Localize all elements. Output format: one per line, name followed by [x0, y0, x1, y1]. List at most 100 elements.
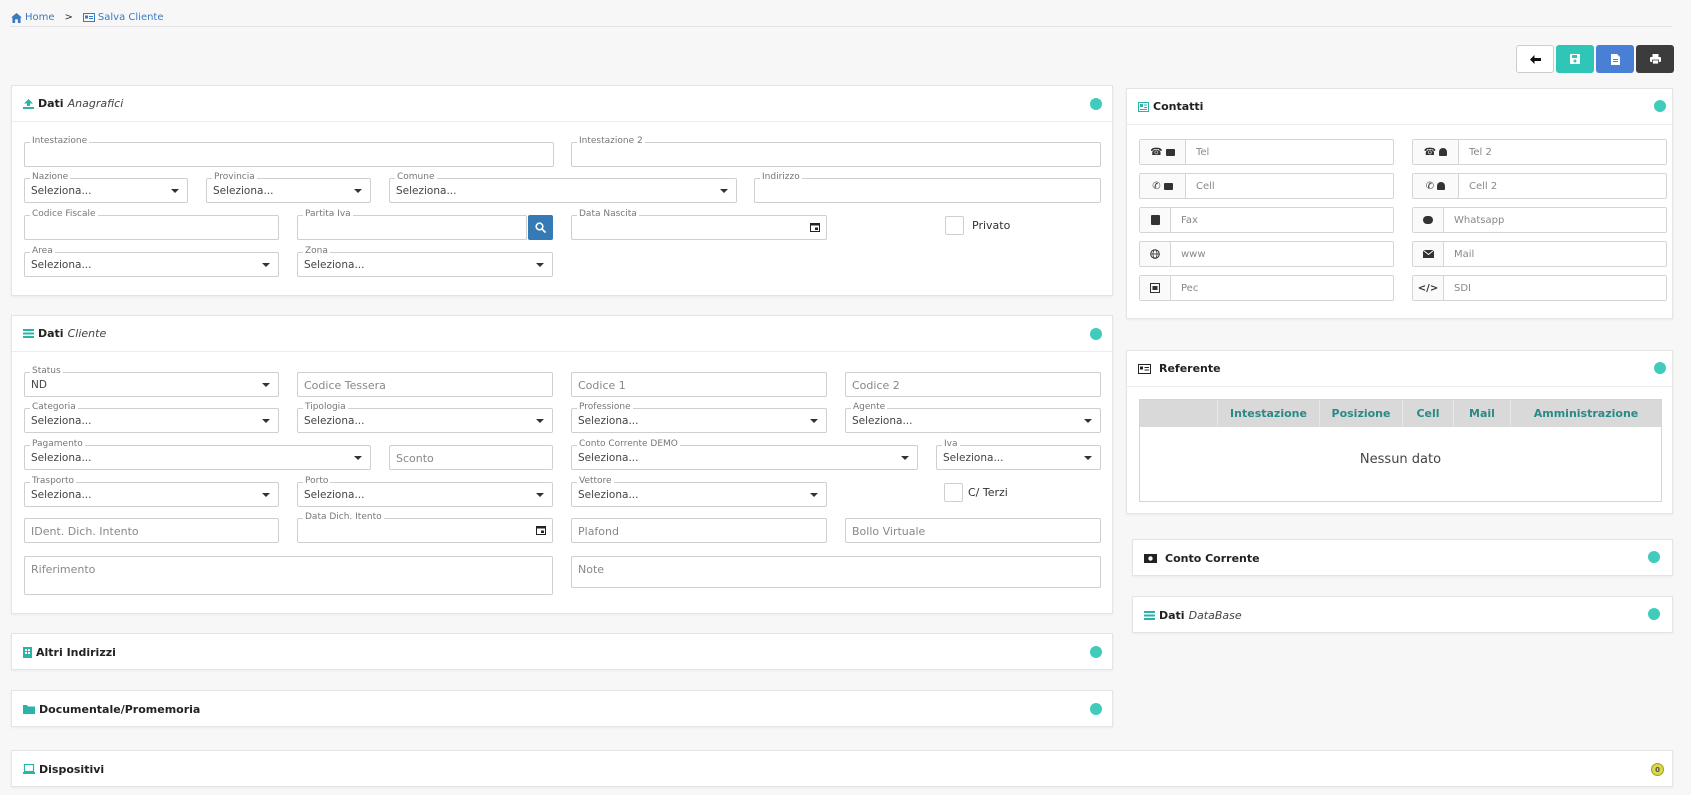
print-icon [1649, 54, 1661, 64]
chevron-down-icon [262, 263, 270, 267]
partita-iva-field[interactable]: Partita Iva [297, 209, 527, 240]
col-posizione[interactable]: Posizione [1320, 400, 1403, 427]
referente-table: Intestazione Posizione Cell Mail Amminis… [1139, 399, 1662, 502]
data-nascita-field[interactable]: Data Nascita [571, 209, 827, 240]
cliente-header[interactable]: Dati Cliente [12, 316, 1112, 352]
mail-field[interactable]: Mail [1412, 241, 1667, 267]
col-mail[interactable]: Mail [1454, 400, 1511, 427]
chat-icon [1413, 208, 1444, 232]
contatti-panel: Contatti ☎ Tel ☎ Tel 2 ✆ Cell ✆ Cell 2 F… [1126, 88, 1673, 319]
calendar-icon[interactable] [810, 222, 820, 232]
database-panel[interactable]: Dati DataBase [1132, 596, 1673, 633]
conto-corrente-dot [1648, 551, 1660, 563]
current-page-link[interactable]: Salva Cliente [82, 12, 164, 23]
phone-handset-icon: ✆ [1425, 180, 1435, 192]
categoria-select[interactable]: Categoria Seleziona... [24, 402, 279, 433]
pec-field[interactable]: Pec [1139, 275, 1394, 301]
cell-field[interactable]: ✆ Cell [1139, 173, 1394, 199]
anagrafici-header[interactable]: Dati Anagrafici [12, 86, 1112, 122]
database-header[interactable]: Dati DataBase [1133, 597, 1672, 633]
chevron-down-icon [171, 189, 179, 193]
chevron-down-icon [354, 189, 362, 193]
col-amministrazione[interactable]: Amministrazione [1511, 400, 1661, 427]
privato-checkbox[interactable] [945, 216, 964, 235]
contact-card-icon [1138, 363, 1151, 374]
privato-label: Privato [972, 219, 1011, 232]
dispositivi-count-badge: 0 [1651, 763, 1664, 776]
calendar-icon[interactable] [536, 525, 546, 535]
referente-panel: Referente Intestazione Posizione Cell Ma… [1126, 350, 1673, 514]
chevron-down-icon [262, 419, 270, 423]
note-field[interactable]: Note [571, 556, 1101, 588]
tipologia-select[interactable]: Tipologia Seleziona... [297, 402, 553, 433]
agente-select[interactable]: Agente Seleziona... [845, 402, 1101, 433]
contatti-dot [1654, 100, 1666, 112]
www-field[interactable]: www [1139, 241, 1394, 267]
plafond-field[interactable]: Plafond [571, 518, 827, 543]
altri-indirizzi-header[interactable]: Altri Indirizzi [12, 634, 1112, 670]
conto-corrente-select[interactable]: Conto Corrente DEMO Seleziona... [571, 439, 918, 470]
nazione-select[interactable]: Nazione Seleziona... [24, 172, 188, 203]
whatsapp-field[interactable]: Whatsapp [1412, 207, 1667, 233]
globe-icon [1140, 242, 1171, 266]
cell-icon-group: ✆ [1140, 174, 1186, 198]
partita-iva-search-button[interactable] [528, 215, 553, 240]
indirizzo-field[interactable]: Indirizzo [754, 172, 1101, 203]
c-terzi-checkbox[interactable] [944, 483, 963, 502]
tel-field[interactable]: ☎ Tel [1139, 139, 1394, 165]
porto-select[interactable]: Porto Seleziona... [297, 476, 553, 507]
back-button[interactable] [1516, 45, 1554, 73]
intestazione2-field[interactable]: Intestazione 2 [571, 136, 1101, 167]
sdi-field[interactable]: </> SDI [1412, 275, 1667, 301]
breadcrumb: Home > Salva Cliente [11, 12, 164, 23]
zona-select[interactable]: Zona Seleziona... [297, 246, 553, 277]
documentale-header[interactable]: Documentale/Promemoria [12, 691, 1112, 727]
trasporto-select[interactable]: Trasporto Seleziona... [24, 476, 279, 507]
conto-corrente-panel[interactable]: Conto Corrente [1132, 539, 1673, 576]
iva-select[interactable]: Iva Seleziona... [936, 439, 1101, 470]
referente-header[interactable]: Referente [1127, 351, 1672, 387]
vettore-select[interactable]: Vettore Seleziona... [571, 476, 827, 507]
tel2-field[interactable]: ☎ Tel 2 [1412, 139, 1667, 165]
cell2-field[interactable]: ✆ Cell 2 [1412, 173, 1667, 199]
home-icon [11, 12, 22, 23]
status-select[interactable]: Status ND [24, 366, 279, 397]
codice1-field[interactable]: Codice 1 [571, 372, 827, 397]
file-icon [1610, 53, 1620, 65]
contatti-header[interactable]: Contatti [1127, 89, 1672, 125]
document-button[interactable] [1596, 45, 1634, 73]
altri-indirizzi-panel[interactable]: Altri Indirizzi [11, 633, 1113, 670]
anagrafici-panel: Dati Anagrafici Intestazione Intestazion… [11, 85, 1113, 296]
user-icon [1437, 182, 1446, 190]
pagamento-select[interactable]: Pagamento Seleziona... [24, 439, 371, 470]
codice2-field[interactable]: Codice 2 [845, 372, 1101, 397]
referente-table-header: Intestazione Posizione Cell Mail Amminis… [1140, 400, 1661, 427]
bollo-field[interactable]: Bollo Virtuale [845, 518, 1101, 543]
sconto-field[interactable]: Sconto [389, 445, 553, 470]
riferimento-field[interactable]: Riferimento [24, 556, 553, 595]
provincia-select[interactable]: Provincia Seleziona... [206, 172, 371, 203]
col-intestazione[interactable]: Intestazione [1218, 400, 1320, 427]
save-button[interactable] [1556, 45, 1594, 73]
professione-select[interactable]: Professione Seleziona... [571, 402, 827, 433]
chevron-down-icon [1084, 456, 1092, 460]
codice-fiscale-field[interactable]: Codice Fiscale [24, 209, 279, 240]
home-link[interactable]: Home [11, 12, 55, 23]
data-dich-field[interactable]: Data Dich. Itento [297, 512, 553, 543]
dispositivi-header[interactable]: Dispositivi [12, 751, 1672, 787]
col-cell[interactable]: Cell [1403, 400, 1454, 427]
phone-icon: ☎ [1423, 146, 1437, 158]
intestazione-field[interactable]: Intestazione [24, 136, 554, 167]
upload-icon [23, 98, 34, 109]
col-select[interactable] [1140, 400, 1218, 427]
ident-dich-field[interactable]: IDent. Dich. Intento [24, 518, 279, 543]
user-icon [1439, 148, 1448, 156]
area-select[interactable]: Area Seleziona... [24, 246, 279, 277]
print-button[interactable] [1636, 45, 1674, 73]
fax-field[interactable]: Fax [1139, 207, 1394, 233]
comune-select[interactable]: Comune Seleziona... [389, 172, 737, 203]
documentale-panel[interactable]: Documentale/Promemoria [11, 690, 1113, 727]
codice-tessera-field[interactable]: Codice Tessera [297, 372, 553, 397]
dispositivi-panel[interactable]: Dispositivi 0 [11, 750, 1673, 787]
conto-corrente-header[interactable]: Conto Corrente [1133, 540, 1672, 576]
